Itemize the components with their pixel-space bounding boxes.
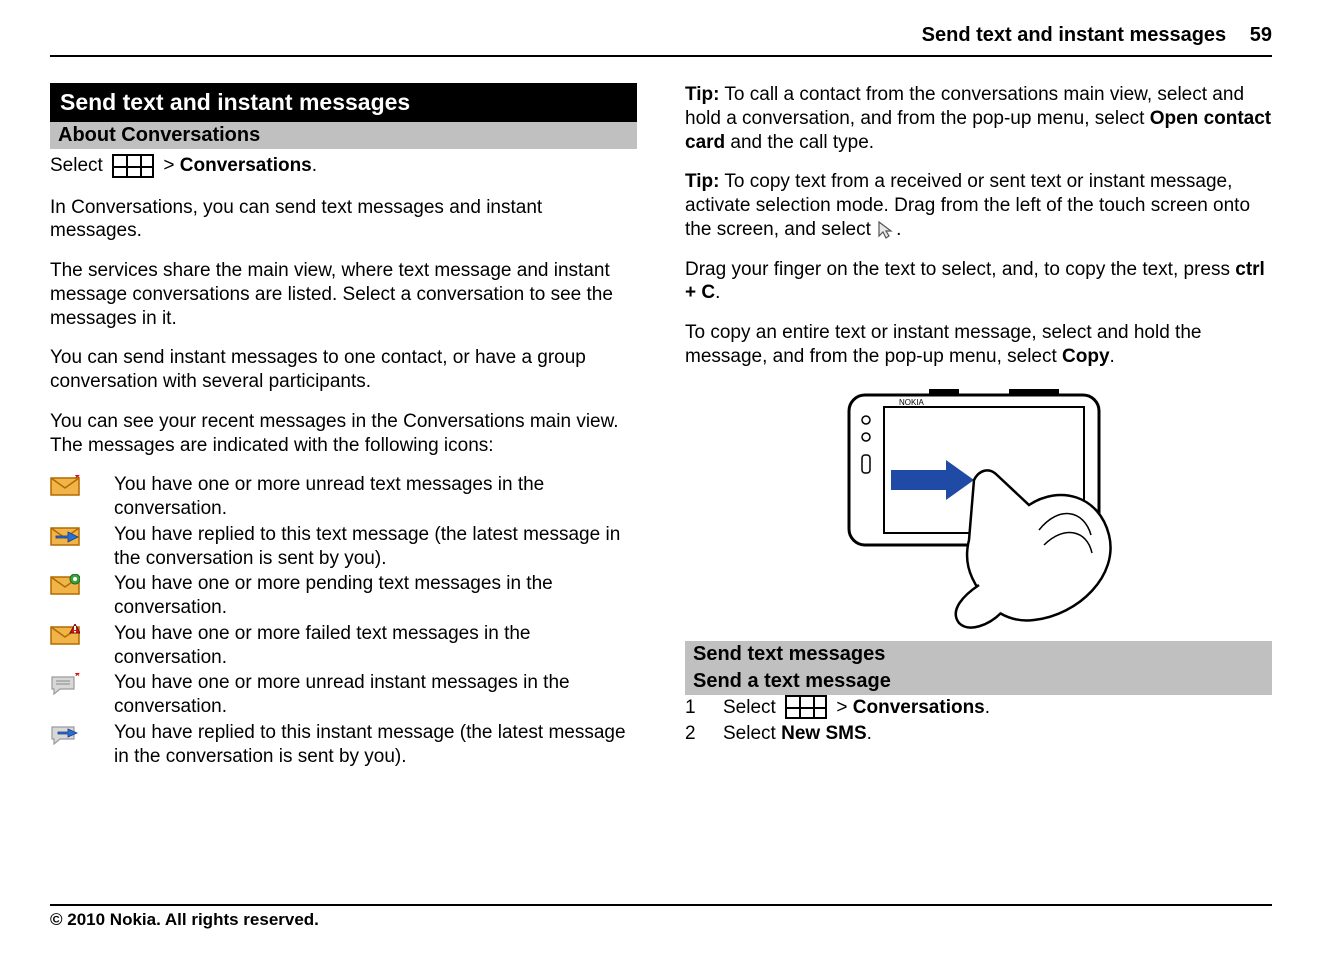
legend-text: You have replied to this text message (t… <box>114 523 637 571</box>
step-number: 2 <box>685 721 715 748</box>
step-text-b: . <box>867 723 872 744</box>
paragraph-group: You can send instant messages to one con… <box>50 346 637 394</box>
copy-text-b: . <box>1110 346 1115 367</box>
step-1: Select > Conversations. <box>723 695 1272 722</box>
copy-text-a: To copy an entire text or instant messag… <box>685 322 1201 367</box>
subsection-heading-send-text-messages: Send text messages <box>685 641 1272 668</box>
select-path-line: Select > Conversations. <box>50 153 637 180</box>
tip-call-contact: Tip: To call a contact from the conversa… <box>685 83 1272 154</box>
step-number: 1 <box>685 695 715 722</box>
footer-divider <box>50 904 1272 906</box>
svg-text:NOKIA: NOKIA <box>899 398 925 407</box>
device-swipe-illustration: NOKIA <box>829 385 1129 635</box>
drag-text-b: . <box>715 282 720 303</box>
tip-text-b: and the call type. <box>725 132 874 153</box>
paragraph-icons-lead: You can see your recent messages in the … <box>50 410 637 458</box>
unread-sms-icon: * <box>50 473 106 521</box>
copyright-text: © 2010 Nokia. All rights reserved. <box>50 910 1272 930</box>
header-section-title: Send text and instant messages <box>922 24 1227 46</box>
failed-sms-icon <box>50 622 106 670</box>
legend-text: You have one or more unread instant mess… <box>114 671 637 719</box>
legend-text: You have one or more unread text message… <box>114 473 637 521</box>
subsection-heading-about: About Conversations <box>50 122 637 149</box>
replied-im-icon <box>50 721 106 769</box>
legend-text: You have replied to this instant message… <box>114 721 637 769</box>
path-target: Conversations <box>853 697 985 718</box>
svg-text:*: * <box>75 673 80 683</box>
legend-text: You have one or more pending text messag… <box>114 572 637 620</box>
manual-page: Send text and instant messages 59 Send t… <box>0 0 1322 954</box>
pending-sms-icon <box>50 572 106 620</box>
new-sms-bold: New SMS <box>781 723 867 744</box>
path-separator: > <box>836 697 847 718</box>
tip-label: Tip: <box>685 171 719 192</box>
drag-text-a: Drag your finger on the text to select, … <box>685 259 1235 280</box>
path-separator: > <box>163 155 174 176</box>
page-footer: © 2010 Nokia. All rights reserved. <box>50 904 1272 930</box>
page-number: 59 <box>1250 24 1272 46</box>
tip-label: Tip: <box>685 84 719 105</box>
svg-text:*: * <box>75 475 80 485</box>
apps-grid-icon <box>112 154 154 178</box>
tip-text-a: To copy text from a received or sent tex… <box>685 171 1250 240</box>
section-heading: Send text and instant messages <box>50 83 637 122</box>
page-header: Send text and instant messages 59 <box>50 20 1272 53</box>
legend-text: You have one or more failed text message… <box>114 622 637 670</box>
path-target: Conversations <box>180 155 312 176</box>
paragraph-services: The services share the main view, where … <box>50 259 637 330</box>
step-text-a: Select <box>723 723 781 744</box>
content-columns: Send text and instant messages About Con… <box>50 57 1272 768</box>
subsection-heading-send-a-text-message: Send a text message <box>685 668 1272 695</box>
tip-copy-text: Tip: To copy text from a received or sen… <box>685 170 1272 241</box>
steps-list: 1 Select > Conversations. 2 Select New S… <box>685 695 1272 748</box>
unread-im-icon: * <box>50 671 106 719</box>
paragraph-intro: In Conversations, you can send text mess… <box>50 196 637 244</box>
copy-bold: Copy <box>1062 346 1110 367</box>
left-column: Send text and instant messages About Con… <box>50 83 637 768</box>
replied-sms-icon <box>50 523 106 571</box>
copy-whole-paragraph: To copy an entire text or instant messag… <box>685 321 1272 369</box>
cursor-arrow-icon <box>876 220 896 240</box>
step-2: Select New SMS. <box>723 721 1272 748</box>
tip-end: . <box>896 219 901 240</box>
drag-copy-paragraph: Drag your finger on the text to select, … <box>685 258 1272 306</box>
path-dot: . <box>312 155 317 176</box>
apps-grid-icon <box>785 695 827 719</box>
path-dot: . <box>985 697 990 718</box>
select-word: Select <box>723 697 776 718</box>
right-column: Tip: To call a contact from the conversa… <box>685 83 1272 768</box>
select-word: Select <box>50 155 103 176</box>
icon-legend: * You have one or more unread text messa… <box>50 473 637 768</box>
